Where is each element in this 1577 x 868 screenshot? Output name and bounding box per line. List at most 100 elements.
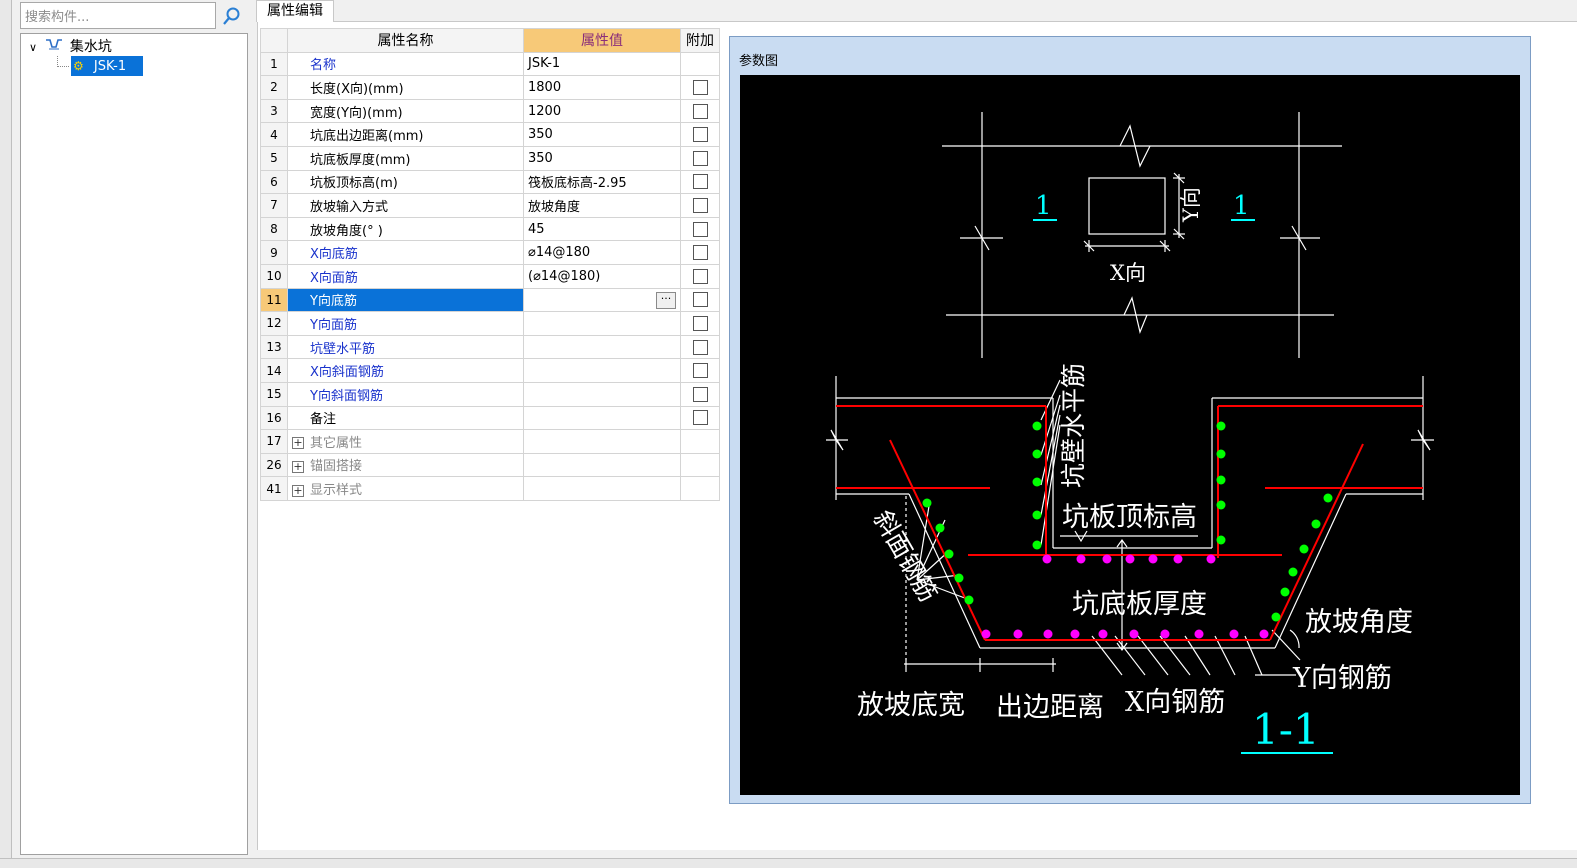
tab-property-edit[interactable]: 属性编辑: [256, 0, 334, 22]
tree-node-root[interactable]: ∨ 集水坑: [29, 37, 112, 57]
attach-cell[interactable]: [680, 145, 720, 171]
property-value[interactable]: (⌀14@180): [528, 269, 600, 284]
property-name-cell[interactable]: X向底筋: [287, 240, 524, 265]
property-value-cell[interactable]: [523, 358, 681, 383]
attach-checkbox[interactable]: [692, 197, 708, 213]
attach-checkbox[interactable]: [692, 174, 708, 190]
attach-checkbox[interactable]: [692, 127, 708, 143]
property-value-cell[interactable]: 放坡角度: [523, 193, 681, 218]
property-name-cell[interactable]: + 锚固搭接: [287, 452, 524, 478]
property-value-cell[interactable]: 45: [523, 216, 681, 242]
table-row[interactable]: 11 Y向底筋 ···: [260, 287, 720, 313]
property-value-cell[interactable]: (⌀14@180): [523, 263, 681, 289]
attach-cell[interactable]: [680, 98, 720, 124]
table-row[interactable]: 9 X向底筋 ⌀14@180: [260, 240, 720, 265]
table-row[interactable]: 15 Y向斜面钢筋: [260, 381, 720, 407]
attach-checkbox[interactable]: [692, 150, 708, 166]
table-row[interactable]: 26 + 锚固搭接: [260, 452, 720, 478]
chevron-down-icon[interactable]: ∨: [29, 38, 41, 58]
attach-cell[interactable]: [680, 263, 720, 289]
property-value[interactable]: 350: [528, 127, 553, 142]
attach-cell[interactable]: [680, 193, 720, 218]
attach-checkbox[interactable]: [692, 221, 708, 237]
property-name-cell[interactable]: X向面筋: [287, 263, 524, 289]
table-row[interactable]: 7 放坡输入方式 放坡角度: [260, 193, 720, 218]
property-name-cell[interactable]: 坑壁水平筋: [287, 334, 524, 360]
attach-cell[interactable]: [680, 122, 720, 147]
property-value-cell[interactable]: ···: [523, 287, 681, 313]
property-value[interactable]: JSK-1: [528, 56, 560, 71]
property-name-cell[interactable]: 长度(X向)(mm): [287, 75, 524, 100]
attach-checkbox[interactable]: [692, 103, 708, 119]
header-extra[interactable]: 附加: [680, 28, 720, 53]
table-row[interactable]: 5 坑底板厚度(mm) 350: [260, 145, 720, 171]
attach-cell[interactable]: [680, 311, 720, 336]
property-value-cell[interactable]: [523, 381, 681, 407]
property-value-cell[interactable]: JSK-1: [523, 51, 681, 77]
header-property-name[interactable]: 属性名称: [287, 28, 524, 53]
attach-cell[interactable]: [680, 216, 720, 242]
attach-cell[interactable]: [680, 240, 720, 265]
table-row[interactable]: 4 坑底出边距离(mm) 350: [260, 122, 720, 147]
property-value[interactable]: 筏板底标高-2.95: [528, 176, 627, 191]
table-row[interactable]: 12 Y向面筋: [260, 311, 720, 336]
property-name-cell[interactable]: 坑底板厚度(mm): [287, 145, 524, 171]
property-name-cell[interactable]: + 其它属性: [287, 429, 524, 454]
attach-checkbox[interactable]: [692, 386, 708, 402]
attach-checkbox[interactable]: [692, 339, 708, 355]
attach-checkbox[interactable]: [692, 315, 708, 331]
table-row[interactable]: 1 名称 JSK-1: [260, 51, 720, 77]
attach-cell[interactable]: [680, 287, 720, 313]
expand-plus-icon[interactable]: +: [292, 484, 304, 497]
table-row[interactable]: 16 备注: [260, 405, 720, 431]
search-icon[interactable]: [220, 4, 244, 28]
table-row[interactable]: 14 X向斜面钢筋: [260, 358, 720, 383]
property-name-cell[interactable]: Y向面筋: [287, 311, 524, 336]
tree-node-jsk1[interactable]: ⚙ JSK-1: [71, 56, 143, 76]
property-value-cell[interactable]: [523, 429, 681, 454]
property-value-cell[interactable]: 1800: [523, 75, 681, 100]
property-value[interactable]: 放坡角度: [528, 200, 580, 215]
property-name-cell[interactable]: 坑板顶标高(m): [287, 169, 524, 195]
attach-cell[interactable]: [680, 334, 720, 360]
attach-checkbox[interactable]: [692, 268, 708, 284]
property-name-cell[interactable]: X向斜面钢筋: [287, 358, 524, 383]
attach-checkbox[interactable]: [692, 410, 708, 426]
property-value-cell[interactable]: 350: [523, 145, 681, 171]
property-name-cell[interactable]: 备注: [287, 405, 524, 431]
attach-cell[interactable]: [680, 405, 720, 431]
property-value[interactable]: 45: [528, 222, 545, 237]
attach-checkbox[interactable]: [692, 245, 708, 261]
header-property-value[interactable]: 属性值: [523, 28, 681, 53]
property-value-cell[interactable]: 350: [523, 122, 681, 147]
table-row[interactable]: 41 + 显示样式: [260, 476, 720, 501]
property-name-cell[interactable]: 放坡输入方式: [287, 193, 524, 218]
property-value-cell[interactable]: 筏板底标高-2.95: [523, 169, 681, 195]
property-name-cell[interactable]: Y向底筋: [287, 287, 524, 313]
table-row[interactable]: 13 坑壁水平筋: [260, 334, 720, 360]
expand-plus-icon[interactable]: +: [292, 437, 304, 450]
property-value-cell[interactable]: [523, 476, 681, 501]
property-value-cell[interactable]: [523, 405, 681, 431]
property-value-cell[interactable]: ⌀14@180: [523, 240, 681, 265]
property-value-cell[interactable]: [523, 452, 681, 478]
attach-cell[interactable]: [680, 381, 720, 407]
attach-cell[interactable]: [680, 169, 720, 195]
table-row[interactable]: 2 长度(X向)(mm) 1800: [260, 75, 720, 100]
table-row[interactable]: 17 + 其它属性: [260, 429, 720, 454]
ellipsis-button[interactable]: ···: [656, 292, 676, 310]
property-name-cell[interactable]: 名称: [287, 51, 524, 77]
attach-cell[interactable]: [680, 75, 720, 100]
attach-checkbox[interactable]: [692, 363, 708, 379]
property-value-cell[interactable]: [523, 311, 681, 336]
property-name-cell[interactable]: 宽度(Y向)(mm): [287, 98, 524, 124]
table-row[interactable]: 10 X向面筋 (⌀14@180): [260, 263, 720, 289]
table-row[interactable]: 6 坑板顶标高(m) 筏板底标高-2.95: [260, 169, 720, 195]
property-value[interactable]: 350: [528, 151, 553, 166]
property-value[interactable]: ⌀14@180: [528, 245, 590, 260]
property-value-cell[interactable]: 1200: [523, 98, 681, 124]
attach-checkbox[interactable]: [692, 79, 708, 95]
property-value[interactable]: 1200: [528, 104, 561, 119]
property-value-cell[interactable]: [523, 334, 681, 360]
property-name-cell[interactable]: Y向斜面钢筋: [287, 381, 524, 407]
